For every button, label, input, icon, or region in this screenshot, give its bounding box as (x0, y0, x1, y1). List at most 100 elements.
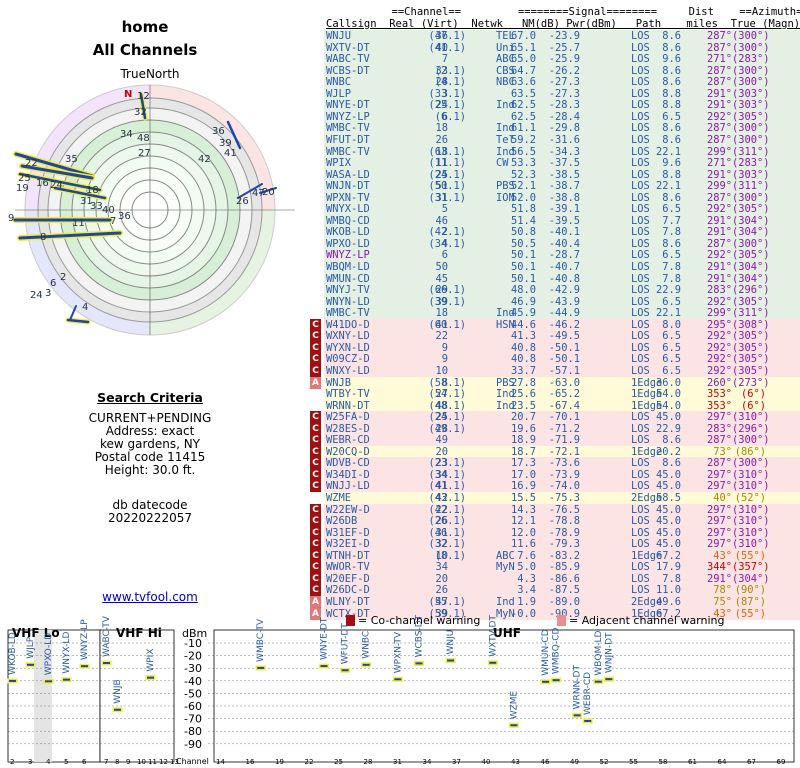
table-row[interactable]: WLNY-DT 47 (55.1) Ind 1.9 -89.0 2Edge 49.6 75° (8… (324, 595, 800, 608)
table-row[interactable]: WPXO-LD 4 (34.1) 50.5 -40.4 LOS 8.6 287° (300°) (324, 237, 800, 250)
cell-dist: 7.8 (662, 572, 681, 585)
table-row[interactable]: WKOB-LD 2 (42.1) 50.8 -40.1 LOS 7.8 291° (304°) (324, 226, 800, 239)
table-row[interactable]: W32EI-D 32 (32.1) 11.6 -79.3 LOS 45.0 297° (310°… (324, 538, 800, 551)
table-row[interactable]: WNYZ-LP 6 (6.1) 62.5 -28.4 LOS 6.5 292° (305°) (324, 110, 800, 123)
station-label: WCBS-DT (414, 614, 424, 657)
cell-pwr: -37.5 (548, 157, 580, 170)
datecode-value: 20220222057 (108, 511, 192, 525)
table-row[interactable]: W20EF-D 20 4.3 -86.6 LOS 7.8 291° (304°) (324, 572, 800, 585)
cell-dist: 7.7 (662, 214, 681, 227)
table-row[interactable]: WTNH-DT 10 (8.1) ABC 7.6 -83.2 1Edge 67.2 43° (55… (324, 549, 800, 562)
criteria-line: Height: 30.0 ft. (104, 463, 196, 477)
uhf-tick: 43 (511, 758, 520, 766)
cell-virt: (47.1) (428, 30, 466, 42)
criteria-line: CURRENT+PENDING (88, 411, 212, 425)
cell-virt: (60.1) (428, 318, 466, 331)
dbm-tick: -70 (184, 713, 202, 726)
table-row[interactable]: WPIX 11 (11.1) CW 53.3 -37.5 LOS 9.6 271° (283°) (324, 157, 800, 170)
cell-dist: 36.0 (655, 376, 681, 389)
cell-mag: (305°) (732, 110, 770, 123)
cell-mag: (305°) (732, 364, 770, 377)
table-row[interactable]: WMBQ-CD 46 51.4 -39.5 LOS 7.7 291° (304°) (324, 214, 800, 227)
table-row[interactable]: WDVB-CD 23 (23.1) 17.3 -73.6 LOS 8.6 287° (300°) (324, 457, 800, 470)
table-row[interactable]: W28ES-D 28 (49.1) 19.6 -71.2 LOS 22.9 283° (296°… (324, 422, 800, 435)
table-row[interactable]: WASA-LD 25 (24.1) 52.3 -38.5 LOS 8.8 291° (303°) (324, 168, 800, 181)
adjacent-legend-icon (557, 615, 566, 626)
table-row[interactable]: WNJJ-LD 41 (41.1) 16.9 -74.0 LOS 45.0 297° (310°… (324, 480, 800, 493)
table-row[interactable]: W25FA-D 25 (24.1) 20.7 -70.1 LOS 45.0 297° (310°… (324, 411, 800, 424)
table-row[interactable]: WNYE-DT 24 (25.1) Ind 62.5 -28.3 LOS 8.8 291° (30… (324, 99, 800, 112)
table-row[interactable]: W22EW-D 22 (42.1) 14.3 -76.5 LOS 45.0 297° (310°… (324, 503, 800, 516)
table-row[interactable]: WNJB 8 (58.1) PBS 27.8 -63.0 1Edge 36.0 260° (273… (324, 376, 800, 389)
table-row[interactable]: WZME 42 (43.1) 15.5 -75.3 2Edge 58.5 40° (52°) (324, 492, 800, 504)
table-row[interactable]: WMBC-TV 18 (63.1) Ind 56.5 -34.3 LOS 22.1 299° (3… (324, 145, 800, 158)
table-row[interactable]: W31EF-D 31 (46.1) 12.0 -78.9 LOS 45.0 297° (310°… (324, 526, 800, 539)
cell-az: 299° (706, 145, 732, 158)
cell-mag: (305°) (732, 330, 770, 343)
table-row[interactable]: WYXN-LD 9 40.8 -50.1 LOS 6.5 292° (305°) (324, 341, 800, 354)
table-row[interactable]: WXNY-LD 22 41.3 -49.5 LOS 6.5 292° (305°) (324, 330, 800, 343)
tvfool-link[interactable]: www.tvfool.com (102, 590, 198, 604)
cell-nm: 41.3 (510, 330, 536, 343)
station-label: WNJU (446, 630, 456, 655)
table-row[interactable]: WCBS-DT 33 (2.1) CBS 64.7 -26.2 LOS 8.6 287° (300… (324, 64, 800, 77)
table-row[interactable]: WNXY-LD 10 33.7 -57.1 LOS 6.5 292° (305°) (324, 364, 800, 377)
table-row[interactable]: WBQM-LD 50 50.1 -40.7 LOS 7.8 291° (304°) (324, 261, 800, 273)
table-row[interactable]: WNYZ-LP 6 50.1 -28.7 LOS 6.5 292° (305°) (324, 249, 800, 262)
table-row[interactable]: W26DB 26 (26.1) 12.1 -78.8 LOS 45.0 297° (310°) (324, 515, 800, 528)
cell-nm: 3.4 (517, 584, 536, 597)
table-row[interactable]: WFUT-DT 26 Tel 59.2 -31.6 LOS 8.6 287° (300°) (324, 133, 800, 146)
cell-nm: 40.8 (510, 353, 536, 366)
table-row[interactable]: W26DC-D 26 3.4 -87.5 LOS 11.0 78° (90°) (324, 584, 800, 597)
table-row[interactable]: W20CQ-D 20 18.7 -72.1 1Edge 20.2 73° (86°) (324, 445, 800, 458)
polar-label: 4 (82, 302, 88, 313)
cell-nm: 50.1 (510, 261, 536, 273)
co-channel-warning-icon: C (310, 353, 321, 366)
cell-call: WNJJ-LD (326, 480, 370, 493)
cell-pwr: -39.5 (548, 214, 580, 227)
table-row[interactable]: W09CZ-D 9 40.8 -50.1 LOS 6.5 292° (305°) (324, 353, 800, 366)
table-row[interactable]: WABC-TV 7 ABC 65.0 -25.9 LOS 9.6 271° (283°) (324, 53, 800, 66)
uhf-tick: 37 (452, 758, 461, 766)
table-row[interactable]: WNJU 36 (47.1) TEL 67.0 -23.9 LOS 8.6 287° (300°) (324, 30, 800, 42)
polar-label: 41 (224, 148, 237, 159)
cell-nm: 17.3 (510, 457, 536, 470)
table-row[interactable]: WPXN-TV 31 (31.1) ION 52.0 -38.8 LOS 8.6 287° (30… (324, 191, 800, 204)
cell-call: WNXY-LD (326, 364, 370, 377)
cell-mag: (55°) (734, 549, 766, 562)
table-row[interactable]: W34DI-D 34 (34.1) 17.0 -73.9 LOS 45.0 297° (310°… (324, 468, 800, 481)
cell-call: WEBR-CD (326, 434, 370, 447)
cell-real: 20 (435, 572, 448, 585)
page-subtitle: All Channels (92, 41, 198, 59)
cell-nm: 15.5 (510, 492, 536, 504)
station-label: WZME (509, 690, 519, 719)
cell-nm: 12.1 (510, 515, 536, 528)
table-row[interactable]: W41DO-D 41 (60.1) HSN 44.6 -46.2 LOS 8.0 295° (30… (324, 318, 800, 331)
table-row[interactable]: WJLP 3 (33.1) 63.5 -27.3 LOS 8.8 291° (303°) (324, 87, 800, 100)
cell-mag: (6°) (740, 388, 766, 401)
cell-call: WMUN-CD (326, 272, 370, 285)
cell-pwr: -70.1 (548, 411, 580, 424)
cell-call: WNYZ-LP (326, 249, 370, 262)
table-row[interactable]: WEBR-CD 49 18.9 -71.9 LOS 8.6 287° (300°) (324, 434, 800, 447)
table-row[interactable]: WRNN-DT 48 (48.1) Ind 23.5 -67.4 1Edge 54.0 353°… (324, 399, 800, 412)
cell-call: W34DI-D (326, 468, 370, 481)
cell-nm: 14.3 (510, 503, 536, 516)
table-row[interactable]: WMBC-TV 18 Ind 45.9 -44.9 LOS 22.1 299° (311°) (324, 307, 800, 320)
table-row[interactable]: WMUN-CD 45 50.1 -40.8 LOS 7.8 291° (304°) (324, 272, 800, 285)
table-row[interactable]: WNYN-LD 39 (39.1) 46.9 -43.9 LOS 6.5 292° (305°) (324, 295, 800, 308)
table-row[interactable]: WTBY-TV 27 (54.1) Ind 25.6 -65.2 1Edge 54.0 353°… (324, 388, 800, 401)
table-row[interactable]: WNYJ-TV 29 (66.1) 48.0 -42.9 LOS 22.9 283° (296°… (324, 284, 800, 297)
lo-tick: 5 (64, 758, 68, 766)
table-row[interactable]: WWOR-TV 34 MyN 5.0 -85.9 LOS 17.9 344° (357°) (324, 561, 800, 574)
table-row[interactable]: WXTV-DT 40 (41.1) Uni 65.1 -25.7 LOS 8.6 287° (30… (324, 41, 800, 54)
table-row[interactable]: WNJN-DT 51 (50.1) PBS 52.1 -38.7 LOS 22.1 299° (3… (324, 180, 800, 193)
table-row[interactable]: WNYX-LD 5 51.8 -39.1 LOS 6.5 292° (305°) (324, 203, 800, 216)
polar-label: 24 (30, 290, 43, 301)
cell-call: WABC-TV (326, 53, 370, 66)
table-row[interactable]: WNBC 28 (4.1) NBC 63.6 -27.3 LOS 8.6 287° (300°) (324, 76, 800, 89)
uhf-tick: 25 (334, 758, 343, 766)
signal-marker-core (415, 662, 423, 665)
table-row[interactable]: WMBC-TV 18 Ind 61.1 -29.8 LOS 8.6 287° (300°) (324, 122, 800, 135)
cell-nm: 50.8 (510, 226, 536, 239)
